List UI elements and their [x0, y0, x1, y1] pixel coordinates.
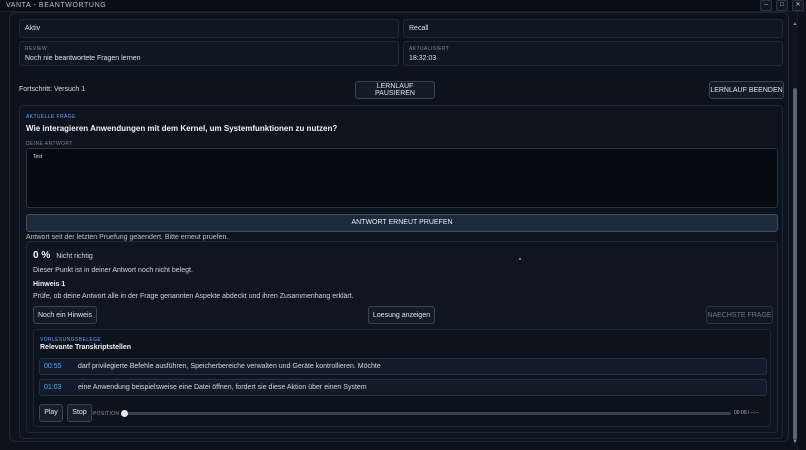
more-hint-button[interactable]: Noch ein Hinweis: [33, 306, 97, 324]
answer-input[interactable]: Test: [26, 148, 778, 208]
play-button[interactable]: Play: [39, 404, 63, 422]
close-button[interactable]: ✕: [792, 0, 804, 11]
updated-box: AKTUALISIERT 18:32:03: [403, 41, 783, 66]
review-value: Noch nie beantwortete Fragen lernen: [25, 55, 141, 62]
updated-value: 18:32:03: [409, 55, 437, 62]
slider-handle[interactable]: [121, 410, 128, 417]
recheck-answer-button[interactable]: ANTWORT ERNEUT PRUEFEN: [26, 214, 778, 232]
score-verdict: Nicht richtig: [56, 253, 93, 260]
review-label: REVIEW: [25, 46, 48, 52]
end-run-button[interactable]: LERNLAUF BEENDEN: [709, 81, 784, 99]
minimize-button[interactable]: –: [760, 0, 772, 11]
vertical-scrollbar[interactable]: ▲ ▼: [792, 20, 798, 446]
window-title: VANTA - BEANTWORTUNG: [6, 2, 107, 9]
scrollbar-thumb[interactable]: [793, 88, 797, 440]
scroll-down-icon[interactable]: ▼: [792, 438, 798, 446]
score-row: 0 % Nicht richtig: [33, 250, 93, 261]
position-label: POSITION: [93, 411, 120, 417]
score-value: 0 %: [33, 250, 51, 261]
next-question-button[interactable]: NAECHSTE FRAGE: [706, 306, 773, 324]
hint-title: Hinweis 1: [33, 281, 66, 288]
transcript-text: eine Anwendung beispielsweise eine Datei…: [78, 384, 367, 391]
transcript-text: darf privilegierte Befehle ausführen, Sp…: [78, 363, 381, 370]
transcript-timestamp[interactable]: 00:55: [44, 363, 62, 370]
window-controls: – □ ✕: [760, 0, 804, 11]
transcript-item[interactable]: 00:55 darf privilegierte Befehle ausführ…: [39, 358, 767, 375]
lecture-evidence-label: VORLESUNGSBELEGE: [40, 337, 102, 343]
time-readout: 00:00 / --:--: [734, 410, 759, 416]
status-value: Aktiv: [25, 25, 41, 32]
progress-text: Fortschritt: Versuch 1: [19, 86, 86, 93]
feedback-box: 0 % Nicht richtig Dieser Punkt ist in de…: [26, 241, 778, 433]
updated-label: AKTUALISIERT: [409, 46, 450, 52]
feedback-message: Dieser Punkt ist in deiner Antwort noch …: [33, 267, 193, 274]
status-note: Antwort seit der letzten Pruefung geaend…: [26, 234, 229, 241]
question-text: Wie interagieren Anwendungen mit dem Ker…: [26, 124, 338, 133]
transcript-title: Relevante Transkriptstellen: [40, 344, 132, 351]
position-slider[interactable]: [121, 410, 731, 417]
hint-text: Prüfe, ob deine Antwort alle in der Frag…: [33, 293, 354, 300]
maximize-button[interactable]: □: [776, 0, 788, 11]
review-box: REVIEW Noch nie beantwortete Fragen lern…: [19, 41, 399, 66]
pause-run-button[interactable]: LERNLAUF PAUSIEREN: [355, 81, 435, 99]
question-card: AKTUELLE FRAGE Wie interagieren Anwendun…: [19, 105, 783, 439]
answer-label: DEINE ANTWORT: [26, 141, 73, 147]
stop-button[interactable]: Stop: [67, 404, 92, 422]
transcript-item[interactable]: 01:03 eine Anwendung beispielsweise eine…: [39, 379, 767, 396]
show-solution-button[interactable]: Loesung anzeigen: [368, 306, 435, 324]
scroll-up-icon[interactable]: ▲: [792, 20, 798, 28]
mode-value: Recall: [409, 25, 429, 32]
transcript-box: VORLESUNGSBELEGE Relevante Transkriptste…: [33, 329, 771, 427]
cursor-dot: [519, 258, 521, 260]
current-question-label: AKTUELLE FRAGE: [26, 114, 76, 120]
mode-box: Recall: [403, 19, 783, 38]
title-bar: VANTA - BEANTWORTUNG – □ ✕: [0, 0, 806, 12]
status-box: Aktiv: [19, 19, 399, 38]
transcript-timestamp[interactable]: 01:03: [44, 384, 62, 391]
